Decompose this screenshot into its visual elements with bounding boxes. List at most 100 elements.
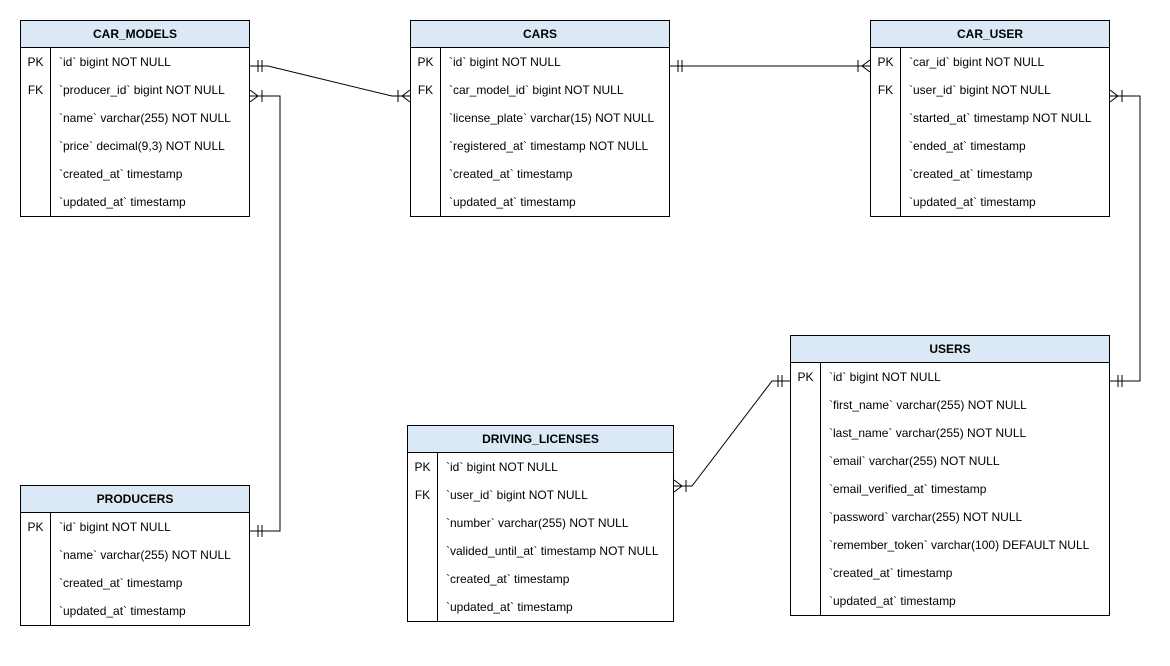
key-cell bbox=[871, 132, 901, 160]
column-def: `updated_at` timestamp bbox=[901, 188, 1109, 216]
table-row: `number` varchar(255) NOT NULL bbox=[408, 509, 673, 537]
table-row: `email_verified_at` timestamp bbox=[791, 475, 1109, 503]
key-cell: FK bbox=[411, 76, 441, 104]
key-cell bbox=[408, 509, 438, 537]
column-def: `id` bigint NOT NULL bbox=[441, 48, 669, 76]
column-def: `created_at` timestamp bbox=[441, 160, 669, 188]
table-row: PK`id` bigint NOT NULL bbox=[21, 48, 249, 76]
table-row: `registered_at` timestamp NOT NULL bbox=[411, 132, 669, 160]
key-cell bbox=[871, 160, 901, 188]
column-def: `id` bigint NOT NULL bbox=[438, 453, 673, 481]
column-def: `email_verified_at` timestamp bbox=[821, 475, 1109, 503]
column-def: `name` varchar(255) NOT NULL bbox=[51, 541, 249, 569]
key-cell: PK bbox=[408, 453, 438, 481]
key-cell bbox=[871, 104, 901, 132]
column-def: `id` bigint NOT NULL bbox=[821, 363, 1109, 391]
table-row: `created_at` timestamp bbox=[791, 559, 1109, 587]
key-cell bbox=[411, 188, 441, 216]
key-cell bbox=[791, 531, 821, 559]
table-row: `name` varchar(255) NOT NULL bbox=[21, 541, 249, 569]
key-cell bbox=[791, 475, 821, 503]
table-row: `created_at` timestamp bbox=[21, 569, 249, 597]
key-cell bbox=[21, 132, 51, 160]
column-def: `producer_id` bigint NOT NULL bbox=[51, 76, 249, 104]
rel-carmodels-cars bbox=[250, 66, 410, 96]
key-cell bbox=[871, 188, 901, 216]
column-def: `created_at` timestamp bbox=[821, 559, 1109, 587]
entity-title: USERS bbox=[791, 336, 1109, 363]
table-row: `updated_at` timestamp bbox=[21, 597, 249, 625]
rel-users-caruser bbox=[1110, 96, 1140, 381]
column-def: `remember_token` varchar(100) DEFAULT NU… bbox=[821, 531, 1109, 559]
key-cell bbox=[408, 537, 438, 565]
column-def: `created_at` timestamp bbox=[901, 160, 1109, 188]
column-def: `updated_at` timestamp bbox=[821, 587, 1109, 615]
entity-title: CAR_USER bbox=[871, 21, 1109, 48]
table-row: PK`id` bigint NOT NULL bbox=[411, 48, 669, 76]
table-row: `updated_at` timestamp bbox=[408, 593, 673, 621]
rel-producers-carmodels bbox=[250, 96, 280, 531]
table-row: PK`id` bigint NOT NULL bbox=[408, 453, 673, 481]
column-def: `car_model_id` bigint NOT NULL bbox=[441, 76, 669, 104]
column-def: `ended_at` timestamp bbox=[901, 132, 1109, 160]
table-row: `email` varchar(255) NOT NULL bbox=[791, 447, 1109, 475]
key-cell: FK bbox=[408, 481, 438, 509]
key-cell bbox=[21, 597, 51, 625]
column-def: `email` varchar(255) NOT NULL bbox=[821, 447, 1109, 475]
key-cell bbox=[408, 565, 438, 593]
column-def: `created_at` timestamp bbox=[51, 160, 249, 188]
column-def: `registered_at` timestamp NOT NULL bbox=[441, 132, 669, 160]
table-row: `updated_at` timestamp bbox=[411, 188, 669, 216]
column-def: `license_plate` varchar(15) NOT NULL bbox=[441, 104, 669, 132]
entity-title: CAR_MODELS bbox=[21, 21, 249, 48]
erd-canvas: { "entities": { "car_models": { "title":… bbox=[0, 0, 1170, 666]
key-cell: PK bbox=[21, 513, 51, 541]
key-cell bbox=[411, 132, 441, 160]
entity-driving-licenses: DRIVING_LICENSESPK`id` bigint NOT NULLFK… bbox=[407, 425, 674, 622]
column-def: `id` bigint NOT NULL bbox=[51, 513, 249, 541]
key-cell bbox=[21, 569, 51, 597]
table-row: `first_name` varchar(255) NOT NULL bbox=[791, 391, 1109, 419]
key-cell bbox=[791, 447, 821, 475]
key-cell: FK bbox=[871, 76, 901, 104]
column-def: `first_name` varchar(255) NOT NULL bbox=[821, 391, 1109, 419]
table-row: `last_name` varchar(255) NOT NULL bbox=[791, 419, 1109, 447]
key-cell bbox=[791, 559, 821, 587]
key-cell: PK bbox=[411, 48, 441, 76]
table-row: FK`car_model_id` bigint NOT NULL bbox=[411, 76, 669, 104]
column-def: `updated_at` timestamp bbox=[51, 188, 249, 216]
key-cell: PK bbox=[21, 48, 51, 76]
table-row: `created_at` timestamp bbox=[408, 565, 673, 593]
entity-title: DRIVING_LICENSES bbox=[408, 426, 673, 453]
table-row: `updated_at` timestamp bbox=[791, 587, 1109, 615]
table-row: `updated_at` timestamp bbox=[871, 188, 1109, 216]
table-row: PK`car_id` bigint NOT NULL bbox=[871, 48, 1109, 76]
key-cell bbox=[21, 160, 51, 188]
key-cell bbox=[21, 541, 51, 569]
entity-producers: PRODUCERSPK`id` bigint NOT NULL`name` va… bbox=[20, 485, 250, 626]
key-cell bbox=[408, 593, 438, 621]
table-row: `created_at` timestamp bbox=[21, 160, 249, 188]
table-row: `updated_at` timestamp bbox=[21, 188, 249, 216]
column-def: `updated_at` timestamp bbox=[441, 188, 669, 216]
entity-car-user: CAR_USERPK`car_id` bigint NOT NULLFK`use… bbox=[870, 20, 1110, 217]
table-row: `started_at` timestamp NOT NULL bbox=[871, 104, 1109, 132]
column-def: `price` decimal(9,3) NOT NULL bbox=[51, 132, 249, 160]
table-row: `valided_until_at` timestamp NOT NULL bbox=[408, 537, 673, 565]
column-def: `password` varchar(255) NOT NULL bbox=[821, 503, 1109, 531]
key-cell: FK bbox=[21, 76, 51, 104]
key-cell bbox=[791, 503, 821, 531]
column-def: `started_at` timestamp NOT NULL bbox=[901, 104, 1109, 132]
table-row: `license_plate` varchar(15) NOT NULL bbox=[411, 104, 669, 132]
table-row: `password` varchar(255) NOT NULL bbox=[791, 503, 1109, 531]
table-row: FK`producer_id` bigint NOT NULL bbox=[21, 76, 249, 104]
entity-car-models: CAR_MODELSPK`id` bigint NOT NULLFK`produ… bbox=[20, 20, 250, 217]
key-cell bbox=[21, 104, 51, 132]
table-row: `remember_token` varchar(100) DEFAULT NU… bbox=[791, 531, 1109, 559]
column-def: `id` bigint NOT NULL bbox=[51, 48, 249, 76]
column-def: `created_at` timestamp bbox=[438, 565, 673, 593]
table-row: PK`id` bigint NOT NULL bbox=[791, 363, 1109, 391]
column-def: `updated_at` timestamp bbox=[438, 593, 673, 621]
entity-users: USERSPK`id` bigint NOT NULL`first_name` … bbox=[790, 335, 1110, 616]
table-row: `created_at` timestamp bbox=[411, 160, 669, 188]
